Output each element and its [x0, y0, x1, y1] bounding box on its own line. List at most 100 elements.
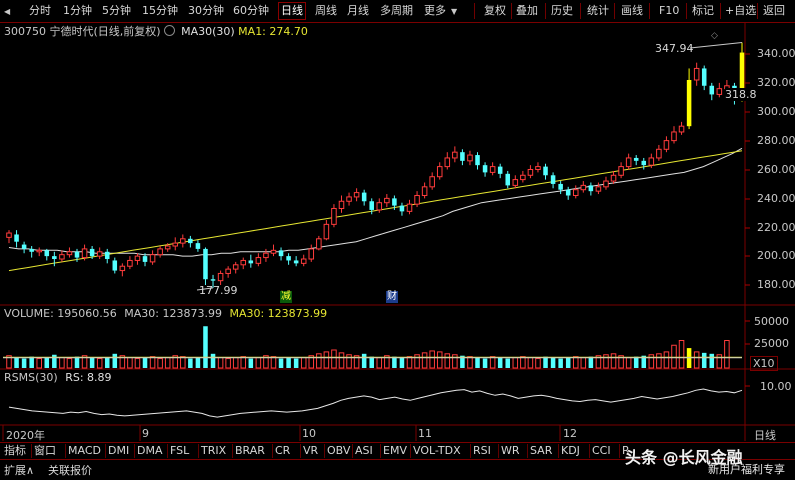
volume-bar [127, 357, 133, 369]
candle-body [66, 251, 73, 256]
volume-bar [29, 356, 34, 368]
volume-bar [633, 356, 639, 368]
candle-body [610, 174, 617, 182]
indicator-tab[interactable]: ASI [355, 444, 373, 458]
indicator-tab[interactable]: 窗口 [34, 444, 56, 458]
candle-body [436, 166, 443, 178]
candle-body [74, 251, 80, 258]
candle-body [119, 265, 126, 272]
volume-bar [467, 356, 473, 369]
event-tag-cai[interactable]: 财 [386, 291, 398, 303]
volume-bar [421, 352, 428, 369]
rsms-axis-10: 10.00 [760, 380, 792, 393]
volume-bar [89, 357, 95, 368]
candle-body [316, 238, 322, 250]
indicator-tab[interactable]: SAR [530, 444, 552, 458]
indicator-tab[interactable]: VOL-TDX [413, 444, 461, 458]
indicator-tab[interactable]: EMV [383, 444, 407, 458]
price-axis-label: 220.00 [757, 221, 795, 234]
candle-body [248, 260, 254, 264]
rsms-title: RSMS(30) [4, 371, 58, 384]
indicator-tab[interactable]: WR [501, 444, 520, 458]
price-axis-label: 340.00 [757, 47, 795, 60]
price-axis-label: 280.00 [757, 134, 795, 147]
expand-button[interactable]: 扩展∧ [4, 462, 34, 478]
candle-body [210, 279, 216, 281]
volume-bar [36, 358, 42, 369]
candle-body [232, 264, 239, 270]
candle-body [300, 258, 307, 264]
volume-bar [475, 357, 480, 368]
indicator-tab[interactable]: CCI [592, 444, 611, 458]
indicator-tab[interactable]: DMI [108, 444, 129, 458]
volume-bar [580, 357, 587, 369]
indicator-tab[interactable]: TRIX [201, 444, 226, 458]
candle-body [406, 203, 413, 212]
candle-body [270, 249, 277, 254]
volume-value: VOLUME: 195060.56 [4, 307, 117, 320]
volume-bar [361, 353, 367, 368]
volume-bar [286, 357, 291, 368]
candle-body [641, 160, 647, 166]
indicator-tab[interactable]: KDJ [561, 444, 580, 458]
volume-bar [96, 358, 103, 369]
candle-body [444, 157, 451, 168]
chart-canvas[interactable]: ◇ [0, 0, 795, 479]
indicator-tab[interactable]: CR [275, 444, 290, 458]
settings-circle-icon[interactable] [163, 25, 175, 36]
volume-bar [392, 356, 397, 368]
high-pointer [689, 42, 743, 49]
candle-body [686, 79, 692, 127]
indicator-tab[interactable]: FSL [170, 444, 189, 458]
candle-body [188, 238, 193, 244]
candle-body [172, 242, 179, 247]
price-axis-label: 320.00 [757, 76, 795, 89]
candle-body [323, 223, 330, 240]
volume-bar [278, 358, 284, 368]
volume-unit: X10 [750, 356, 778, 371]
volume-bar [14, 357, 19, 368]
volume-bar [663, 351, 670, 369]
volume-bar [164, 357, 171, 369]
candle-body [286, 256, 291, 261]
candle-body [6, 232, 12, 238]
candle-body [203, 248, 208, 280]
candle-body [520, 174, 526, 181]
volume-bar [248, 358, 254, 368]
event-tag-jian[interactable]: 减 [280, 291, 292, 303]
indicator-tab[interactable]: OBV [327, 444, 350, 458]
candle-body [331, 207, 337, 225]
indicator-tab[interactable]: BRAR [235, 444, 265, 458]
related-quotes-button[interactable]: 关联报价 [48, 462, 92, 478]
volume-bar [543, 356, 548, 368]
volume-bar [323, 351, 330, 369]
volume-bar [59, 357, 65, 369]
volume-bar [195, 357, 201, 368]
indicator-tab[interactable]: MACD [68, 444, 101, 458]
indicator-tab[interactable]: VR [303, 444, 318, 458]
candle-body [112, 260, 118, 271]
volume-bar [338, 352, 345, 369]
candle-body [543, 166, 548, 176]
rsms-header: RSMS(30) RS: 8.89 [4, 371, 112, 385]
stock-title: 300750 宁德时代(日线,前复权) [4, 25, 161, 38]
volume-bar [74, 356, 80, 368]
volume-bar [210, 353, 216, 368]
rs-value: RS: 8.89 [65, 371, 112, 384]
indicator-tab[interactable]: DMA [137, 444, 163, 458]
candle-body [633, 157, 639, 161]
indicator-tab[interactable]: 指标 [4, 444, 26, 458]
candle-body [512, 179, 519, 186]
ma30-label: MA30(30) [181, 25, 235, 38]
indicator-tab[interactable]: RSI [473, 444, 491, 458]
volume-axis-25000: 25000 [754, 337, 789, 350]
volume-bar [180, 356, 186, 369]
candle-body [625, 157, 632, 168]
candle-body [361, 192, 367, 202]
volume-bar [527, 357, 534, 369]
candle-body [392, 198, 397, 206]
candle-body [52, 256, 57, 260]
candle-body [421, 186, 428, 196]
volume-bar [44, 357, 50, 368]
volume-bar [112, 353, 118, 368]
